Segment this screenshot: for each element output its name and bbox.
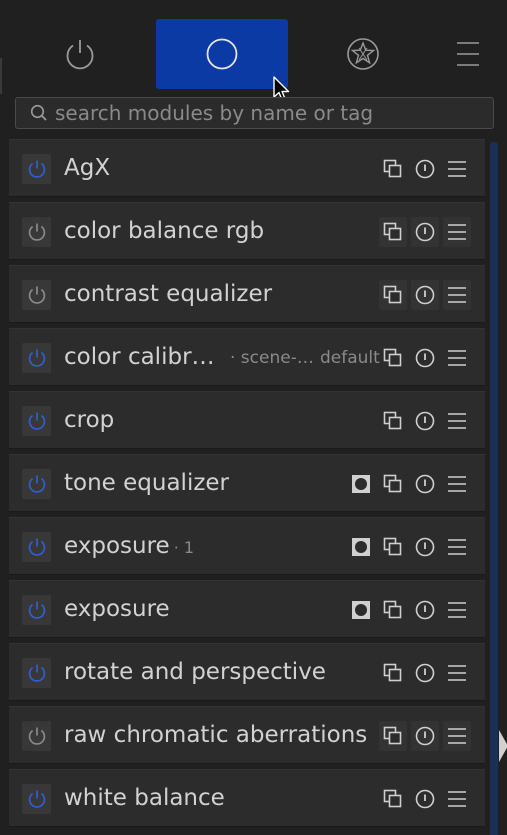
module-power-toggle-icon[interactable] xyxy=(22,469,51,499)
module-power-toggle-icon[interactable] xyxy=(22,343,51,373)
reset-parameters-icon[interactable] xyxy=(411,469,439,499)
module-power-toggle-icon[interactable] xyxy=(22,658,51,688)
darkroom-modules-panel: search modules by name or tag AgX color b… xyxy=(0,0,507,835)
multi-instance-icon[interactable] xyxy=(379,721,407,751)
hamburger-menu-icon xyxy=(457,42,479,66)
module-name-text: exposure xyxy=(64,596,170,622)
multi-instance-icon[interactable] xyxy=(379,784,407,814)
module-instance-label: · 1 xyxy=(173,538,195,557)
module-name-text: tone equalizer xyxy=(64,470,230,496)
module-power-toggle-icon[interactable] xyxy=(22,406,51,436)
module-presets-menu-icon[interactable] xyxy=(443,658,471,688)
module-name: tone equalizer xyxy=(64,468,229,498)
multi-instance-icon[interactable] xyxy=(379,343,407,373)
module-row[interactable]: raw chromatic aberrations xyxy=(9,706,485,764)
module-name-text: exposure xyxy=(64,533,170,559)
scrollbar[interactable] xyxy=(490,142,498,835)
module-row[interactable]: rotate and perspective xyxy=(9,643,485,701)
module-presets-menu-icon[interactable] xyxy=(443,721,471,751)
reset-parameters-icon[interactable] xyxy=(411,406,439,436)
module-presets-menu-icon[interactable] xyxy=(443,595,471,625)
reset-parameters-icon[interactable] xyxy=(411,784,439,814)
module-name: AgX xyxy=(64,153,110,183)
module-name: crop xyxy=(64,405,114,435)
module-power-toggle-icon[interactable] xyxy=(22,595,51,625)
module-row[interactable]: exposure xyxy=(9,580,485,638)
module-power-toggle-icon[interactable] xyxy=(22,784,51,814)
module-name: exposure · 1 xyxy=(64,531,194,563)
module-row[interactable]: color balance rgb xyxy=(9,202,485,260)
module-row[interactable]: contrast equalizer xyxy=(9,265,485,323)
tab-base-modules[interactable] xyxy=(156,19,288,89)
multi-instance-icon[interactable] xyxy=(379,217,407,247)
mask-indicator-icon[interactable] xyxy=(347,469,375,499)
reset-parameters-icon[interactable] xyxy=(411,217,439,247)
multi-instance-icon[interactable] xyxy=(379,469,407,499)
module-power-toggle-icon[interactable] xyxy=(22,154,51,184)
tab-presets-menu[interactable] xyxy=(446,19,490,89)
module-row[interactable]: tone equalizer xyxy=(9,454,485,512)
module-name-text: crop xyxy=(64,407,115,433)
reset-parameters-icon[interactable] xyxy=(411,658,439,688)
module-name: white balance xyxy=(64,783,225,813)
module-name: rotate and perspective xyxy=(64,657,326,687)
multi-instance-icon[interactable] xyxy=(379,595,407,625)
reset-parameters-icon[interactable] xyxy=(411,280,439,310)
circle-icon xyxy=(206,38,238,70)
module-row[interactable]: color calibr… · scene-… default xyxy=(9,328,485,386)
module-power-toggle-icon[interactable] xyxy=(22,280,51,310)
module-name: exposure xyxy=(64,594,170,624)
tab-favorites[interactable] xyxy=(328,19,398,89)
reset-parameters-icon[interactable] xyxy=(411,154,439,184)
module-multi-name-label: · scene-… xyxy=(230,348,314,368)
multi-instance-icon[interactable] xyxy=(379,154,407,184)
module-presets-menu-icon[interactable] xyxy=(443,343,471,373)
module-name-text: raw chromatic aberrations xyxy=(64,722,368,748)
module-search-input[interactable]: search modules by name or tag xyxy=(15,97,494,129)
module-group-tabs xyxy=(0,0,507,92)
mask-indicator-icon[interactable] xyxy=(347,532,375,562)
module-name: raw chromatic aberrations xyxy=(64,720,367,750)
module-power-toggle-icon[interactable] xyxy=(22,532,51,562)
multi-instance-icon[interactable] xyxy=(379,406,407,436)
module-power-toggle-icon[interactable] xyxy=(22,217,51,247)
module-row[interactable]: AgX xyxy=(9,139,485,197)
module-presets-menu-icon[interactable] xyxy=(443,469,471,499)
module-name: color calibr… xyxy=(64,342,215,372)
module-name-text: color calibr… xyxy=(64,344,215,370)
reset-parameters-icon[interactable] xyxy=(411,532,439,562)
module-presets-menu-icon[interactable] xyxy=(443,154,471,184)
module-preset-label: default xyxy=(320,348,380,368)
module-presets-menu-icon[interactable] xyxy=(443,784,471,814)
module-power-toggle-icon[interactable] xyxy=(22,721,51,751)
multi-instance-icon[interactable] xyxy=(379,532,407,562)
power-icon xyxy=(66,40,94,70)
reset-parameters-icon[interactable] xyxy=(411,595,439,625)
module-row[interactable]: crop xyxy=(9,391,485,449)
module-name-text: contrast equalizer xyxy=(64,281,273,307)
reset-parameters-icon[interactable] xyxy=(411,343,439,373)
module-presets-menu-icon[interactable] xyxy=(443,532,471,562)
module-name-text: AgX xyxy=(64,155,111,181)
search-placeholder: search modules by name or tag xyxy=(55,101,374,125)
mask-indicator-icon[interactable] xyxy=(347,595,375,625)
module-row[interactable]: white balance xyxy=(9,769,485,827)
favorites-star-icon xyxy=(347,38,379,70)
module-presets-menu-icon[interactable] xyxy=(443,280,471,310)
tab-active-modules[interactable] xyxy=(45,19,115,89)
module-presets-menu-icon[interactable] xyxy=(443,217,471,247)
multi-instance-icon[interactable] xyxy=(379,280,407,310)
module-name-text: color balance rgb xyxy=(64,218,265,244)
module-name: color balance rgb xyxy=(64,216,264,246)
module-presets-menu-icon[interactable] xyxy=(443,406,471,436)
module-name: contrast equalizer xyxy=(64,279,272,309)
module-name-text: white balance xyxy=(64,785,225,811)
reset-parameters-icon[interactable] xyxy=(411,721,439,751)
module-name-text: rotate and perspective xyxy=(64,659,326,685)
collapse-panel-arrow-icon[interactable] xyxy=(499,730,507,762)
multi-instance-icon[interactable] xyxy=(379,658,407,688)
module-row[interactable]: exposure · 1 xyxy=(9,517,485,575)
search-icon xyxy=(25,98,53,128)
